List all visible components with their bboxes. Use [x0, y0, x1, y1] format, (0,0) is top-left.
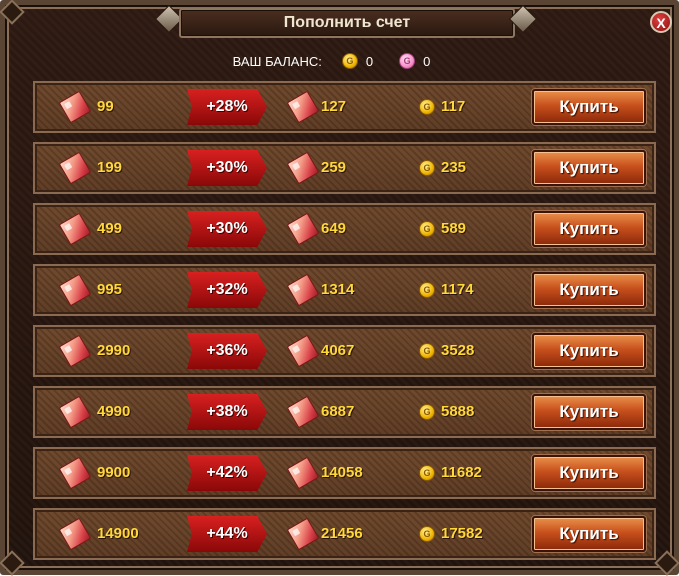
total-amount: 127 — [321, 98, 347, 115]
price-value: 235 — [441, 159, 467, 176]
buy-button[interactable]: Купить — [532, 150, 646, 186]
package-row: 4990 +38% 6887 G 5888 Купить — [33, 386, 656, 438]
package-row: 9900 +42% 14058 G 11682 Купить — [33, 447, 656, 499]
buy-button[interactable]: Купить — [532, 272, 646, 308]
gold-balance-value: 0 — [365, 53, 374, 69]
gold-coin-icon: G — [419, 526, 435, 542]
total-amount: 649 — [321, 220, 347, 237]
gold-coin-icon: G — [419, 282, 435, 298]
base-amount: 2990 — [97, 342, 131, 359]
buy-button[interactable]: Купить — [532, 516, 646, 552]
gold-coin-icon: G — [419, 343, 435, 359]
package-row: 995 +32% 1314 G 1174 Купить — [33, 264, 656, 316]
base-amount: 9900 — [97, 464, 131, 481]
base-amount: 499 — [97, 220, 123, 237]
base-amount: 4990 — [97, 403, 131, 420]
total-amount: 14058 — [321, 464, 363, 481]
total-amount: 259 — [321, 159, 347, 176]
buy-button[interactable]: Купить — [532, 89, 646, 125]
package-row: 199 +30% 259 G 235 Купить — [33, 142, 656, 194]
base-amount: 14900 — [97, 525, 139, 542]
crystal-icon — [58, 395, 92, 429]
package-row: 2990 +36% 4067 G 3528 Купить — [33, 325, 656, 377]
crystal-icon — [286, 456, 320, 490]
base-amount: 99 — [97, 98, 114, 115]
package-row: 14900 +44% 21456 G 17582 Купить — [33, 508, 656, 560]
bonus-badge: +44% — [187, 516, 267, 552]
bonus-badge: +42% — [187, 455, 267, 491]
balance-label: ВАШ БАЛАНС: — [232, 53, 322, 69]
balance-bar: ВАШ БАЛАНС: G 0 G 0 — [5, 49, 679, 73]
crystal-icon — [58, 212, 92, 246]
price-value: 1174 — [441, 281, 474, 298]
buy-button[interactable]: Купить — [532, 394, 646, 430]
crystal-icon — [286, 334, 320, 368]
pink-coin-icon: G — [399, 53, 416, 69]
corner-ornament — [0, 550, 25, 576]
base-amount: 199 — [97, 159, 123, 176]
crystal-icon — [58, 334, 92, 368]
package-row: 99 +28% 127 G 117 Купить — [33, 81, 656, 133]
base-amount: 995 — [97, 281, 123, 298]
close-button[interactable]: X — [650, 11, 672, 33]
top-up-window: Пополнить счет X ВАШ БАЛАНС: G 0 G 0 99 … — [0, 0, 679, 576]
pink-balance-value: 0 — [423, 53, 431, 69]
crystal-icon — [286, 90, 320, 124]
bonus-badge: +36% — [187, 333, 267, 369]
price-value: 11682 — [441, 464, 482, 481]
package-row: 499 +30% 649 G 589 Купить — [33, 203, 656, 255]
gold-coin-icon: G — [341, 53, 358, 69]
crystal-icon — [58, 273, 92, 307]
corner-ornament — [654, 550, 679, 576]
crystal-icon — [286, 151, 320, 185]
total-amount: 4067 — [321, 342, 355, 359]
total-amount: 6887 — [321, 403, 355, 420]
crystal-icon — [58, 151, 92, 185]
price-value: 17582 — [441, 525, 483, 542]
crystal-icon — [286, 395, 320, 429]
gold-coin-icon: G — [419, 221, 435, 237]
price-value: 589 — [441, 220, 467, 237]
window-title: Пополнить счет — [179, 8, 515, 38]
crystal-icon — [58, 90, 92, 124]
buy-button[interactable]: Купить — [532, 455, 646, 491]
price-value: 5888 — [441, 403, 475, 420]
bonus-badge: +30% — [187, 150, 267, 186]
gold-coin-icon: G — [419, 404, 435, 420]
buy-button[interactable]: Купить — [532, 211, 646, 247]
crystal-icon — [58, 517, 92, 551]
bonus-badge: +38% — [187, 394, 267, 430]
bonus-badge: +28% — [187, 89, 267, 125]
buy-button[interactable]: Купить — [532, 333, 646, 369]
crystal-icon — [286, 273, 320, 307]
crystal-icon — [58, 456, 92, 490]
bonus-badge: +30% — [187, 211, 267, 247]
gold-coin-icon: G — [419, 465, 435, 481]
crystal-icon — [286, 212, 320, 246]
price-value: 3528 — [441, 342, 475, 359]
corner-ornament — [0, 0, 25, 25]
gold-coin-icon: G — [419, 160, 435, 176]
gold-coin-icon: G — [419, 99, 435, 115]
crystal-icon — [286, 517, 320, 551]
total-amount: 1314 — [321, 281, 355, 298]
price-value: 117 — [441, 98, 466, 115]
package-list: 99 +28% 127 G 117 Купить 199 +30% 259 G … — [33, 81, 656, 569]
bonus-badge: +32% — [187, 272, 267, 308]
total-amount: 21456 — [321, 525, 363, 542]
